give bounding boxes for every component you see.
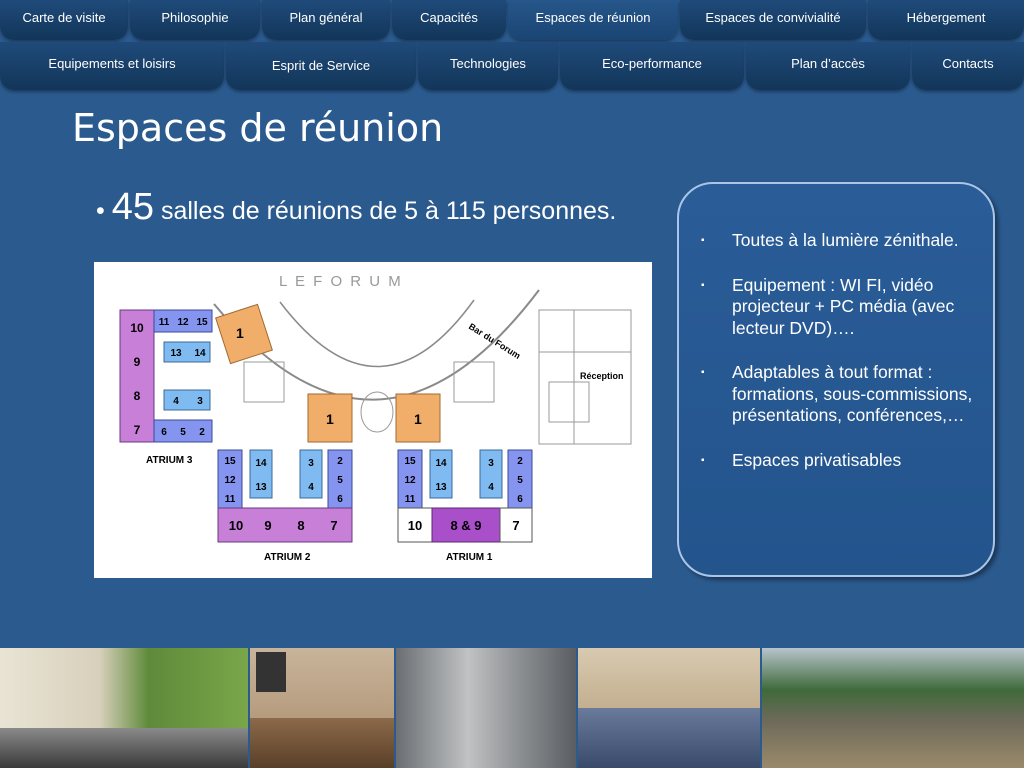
page-title: Espaces de réunion — [72, 106, 444, 150]
room-label: 2 — [337, 456, 343, 467]
forum-inner-wall — [279, 299, 475, 368]
room-label: 14 — [435, 458, 447, 469]
room-label: 10 — [130, 321, 144, 335]
feature-text: Toutes à la lumière zénithale. — [732, 230, 959, 250]
nav-esprit-de-service[interactable]: Esprit de Service — [226, 42, 416, 90]
room-label: 11 — [405, 494, 416, 505]
room-label: 5 — [517, 475, 523, 486]
photo-conference — [578, 648, 760, 768]
room-label: 3 — [488, 458, 494, 469]
forum-room-label: 1 — [236, 325, 244, 341]
features-callout: ▪ Toutes à la lumière zénithale. ▪ Equipem… — [677, 182, 995, 577]
nav-hebergement[interactable]: Hébergement — [868, 0, 1024, 40]
list-item: ▪ Espaces privatisables — [701, 450, 979, 472]
forum-structure-left — [243, 361, 285, 403]
nav-espaces-de-reunion[interactable]: Espaces de réunion — [508, 0, 678, 40]
nav-equipements-et-loisirs[interactable]: Equipements et loisirs — [0, 42, 224, 90]
photo-strip — [0, 648, 1024, 768]
list-item: ▪ Toutes à la lumière zénithale. — [701, 230, 979, 252]
room-label: 10 — [229, 518, 243, 533]
nav-plan-dacces[interactable]: Plan d’accès — [746, 42, 910, 90]
room-label: 8 — [297, 518, 304, 533]
nav-philosophie[interactable]: Philosophie — [130, 0, 260, 40]
room-label: 7 — [134, 423, 141, 437]
room-label: 5 — [337, 475, 343, 486]
nav-espaces-de-convivialite[interactable]: Espaces de convivialité — [680, 0, 866, 40]
headline-bullet: • — [96, 197, 105, 225]
atrium2-label: ATRIUM 2 — [264, 552, 311, 563]
photo-building-exterior — [762, 648, 1024, 768]
list-item: ▪ Equipement : WI FI, vidéo projecteur + … — [701, 275, 979, 340]
square-bullet-icon: ▪ — [701, 279, 705, 291]
room-label: 11 — [225, 494, 236, 505]
headline-number: 45 — [111, 186, 154, 228]
room-label: 15 — [404, 456, 416, 467]
nav-contacts[interactable]: Contacts — [912, 42, 1024, 90]
atrium3-mid2-block — [163, 389, 211, 411]
room-label: 6 — [337, 494, 343, 505]
plan-title: L E F O R U M — [279, 273, 403, 290]
feature-text: Equipement : WI FI, vidéo projecteur + P… — [732, 274, 955, 338]
nav-plan-general[interactable]: Plan général — [262, 0, 390, 40]
room-label: 4 — [308, 482, 314, 493]
room-label: 3 — [197, 396, 203, 407]
forum-structure-right — [453, 361, 495, 403]
feature-text: Espaces privatisables — [732, 449, 902, 470]
list-item: ▪ Adaptables à tout format : formations, … — [701, 362, 979, 427]
headline: • 45 salles de réunions de 5 à 115 perso… — [96, 186, 616, 229]
room-label: 6 — [517, 494, 523, 505]
floor-plan: L E F O R U M 1 1 1 Bar du Forum Récepti… — [94, 262, 652, 578]
room-label: 9 — [134, 355, 141, 369]
room-label: 2 — [199, 427, 205, 438]
photo-meeting-room — [250, 648, 394, 768]
room-label: 12 — [404, 475, 416, 486]
forum-center-feature — [360, 391, 394, 433]
square-bullet-icon: ▪ — [701, 367, 705, 378]
room-label: 10 — [408, 518, 422, 533]
room-label: 7 — [330, 518, 337, 533]
room-label: 5 — [180, 427, 186, 438]
room-label: 14 — [194, 348, 206, 359]
room-label: 8 & 9 — [450, 518, 481, 533]
room-label: 14 — [255, 458, 267, 469]
atrium1-label: ATRIUM 1 — [446, 552, 493, 563]
room-label: 15 — [224, 456, 236, 467]
nav-capacites[interactable]: Capacités — [392, 0, 506, 40]
features-list: ▪ Toutes à la lumière zénithale. ▪ Equipem… — [679, 184, 993, 471]
room-label: 13 — [255, 482, 267, 493]
room-label: 12 — [224, 475, 236, 486]
room-label: 13 — [170, 348, 182, 359]
nav-carte-de-visite[interactable]: Carte de visite — [0, 0, 128, 40]
floor-plan-drawing: L E F O R U M 1 1 1 Bar du Forum Récepti… — [119, 273, 632, 563]
room-label: 4 — [173, 396, 179, 407]
room-label: 9 — [264, 518, 271, 533]
square-bullet-icon: ▪ — [701, 235, 705, 246]
room-label: 8 — [134, 389, 141, 403]
room-label: 7 — [512, 518, 519, 533]
room-label: 15 — [196, 317, 208, 328]
room-label: 3 — [308, 458, 314, 469]
nav-eco-performance[interactable]: Eco-performance — [560, 42, 744, 90]
room-label: 13 — [435, 482, 447, 493]
room-label: 2 — [517, 456, 523, 467]
reception-label: Réception — [580, 371, 624, 381]
forum-room-label: 1 — [414, 411, 422, 427]
headline-text: salles de réunions de 5 à 115 personnes. — [160, 197, 617, 225]
room-label: 6 — [161, 427, 167, 438]
atrium3-label: ATRIUM 3 — [146, 455, 193, 466]
nav-technologies[interactable]: Technologies — [418, 42, 558, 90]
bar-du-forum-label: Bar du Forum — [467, 321, 522, 361]
square-bullet-icon: ▪ — [701, 454, 705, 466]
forum-room-label: 1 — [326, 411, 334, 427]
photo-corridor — [396, 648, 576, 768]
room-label: 12 — [177, 317, 189, 328]
room-label: 4 — [488, 482, 494, 493]
feature-text: Adaptables à tout format : formations, s… — [732, 362, 973, 425]
photo-training-room — [0, 648, 248, 768]
room-label: 11 — [159, 317, 170, 328]
